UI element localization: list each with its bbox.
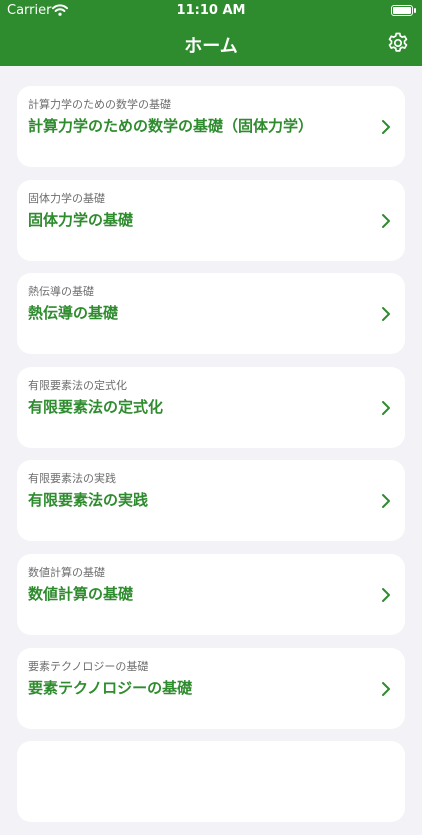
item-title: 熱伝導の基礎 [28, 304, 119, 323]
status-bar: Carrier 11:10 AM [0, 0, 422, 22]
item-subtitle: 有限要素法の定式化 [28, 378, 127, 392]
list-item[interactable]: 数値計算の基礎 数値計算の基礎 [17, 553, 405, 635]
battery-icon [391, 5, 416, 16]
item-title: 数値計算の基礎 [28, 584, 134, 603]
item-subtitle: 計算力学のための数学の基礎 [28, 98, 171, 111]
list-item[interactable]: 熱伝導の基礎 熱伝導の基礎 [17, 273, 405, 355]
list-item[interactable]: 有限要素法の定式化 有限要素法の定式化 [17, 366, 405, 448]
item-subtitle: 有限要素法の実践 [28, 472, 116, 486]
item-title: 有限要素法の実践 [28, 491, 149, 510]
list-item[interactable]: 計算力学のための数学の基礎 計算力学のための数学の基礎（固体力学） [17, 86, 405, 167]
chevron-right-icon [382, 587, 390, 602]
item-title: 固体力学の基礎 [28, 210, 134, 229]
chevron-right-icon [382, 120, 390, 134]
item-subtitle: 熱伝導の基礎 [28, 285, 94, 299]
chevron-right-icon [382, 400, 390, 415]
list-item[interactable]: 固体力学の基礎 固体力学の基礎 [17, 179, 405, 261]
item-subtitle: 数値計算の基礎 [28, 565, 105, 579]
chevron-right-icon [382, 681, 390, 696]
chevron-right-icon [382, 213, 390, 228]
item-title: 要素テクノロジーの基礎 [28, 678, 193, 697]
gear-icon[interactable] [386, 31, 410, 55]
item-subtitle: 要素テクノロジーの基礎 [28, 659, 149, 673]
item-subtitle: 固体力学の基礎 [28, 191, 105, 205]
list-item[interactable]: 要素テクノロジーの基礎 要素テクノロジーの基礎 [17, 647, 405, 729]
navigation-bar: Carrier 11:10 AM ホーム [0, 0, 422, 66]
chevron-right-icon [382, 494, 390, 509]
list-item[interactable]: 有限要素法の実践 有限要素法の実践 [17, 460, 405, 542]
topic-list: 計算力学のための数学の基礎 計算力学のための数学の基礎（固体力学） 固体力学の基… [17, 86, 405, 835]
item-title: 有限要素法の定式化 [28, 397, 164, 416]
item-title: 計算力学のための数学の基礎（固体力学） [28, 117, 314, 135]
page-title: ホーム [184, 36, 238, 57]
list-item[interactable] [17, 741, 405, 823]
clock: 11:10 AM [176, 3, 246, 18]
chevron-right-icon [382, 307, 390, 322]
